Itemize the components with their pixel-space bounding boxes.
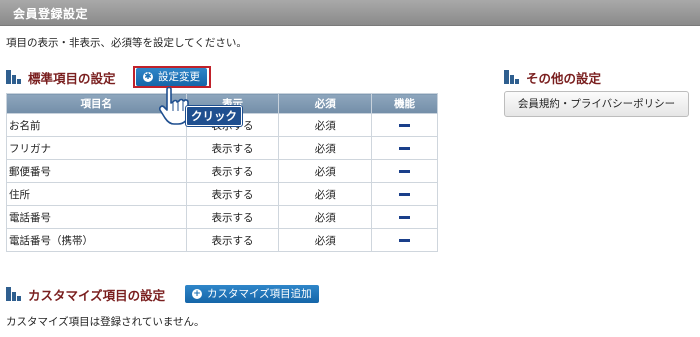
minus-icon [399, 146, 411, 150]
item-required: 必須 [278, 113, 373, 137]
item-display: 表示する [185, 205, 280, 229]
item-required: 必須 [278, 228, 373, 252]
add-custom-item-button[interactable]: + カスタマイズ項目追加 [185, 285, 319, 303]
gear-icon: ✱ [143, 72, 153, 82]
minus-icon [399, 238, 411, 242]
settings-change-button[interactable]: ✱ 設定変更 [136, 68, 207, 86]
page-title: 会員登録設定 [13, 7, 89, 21]
section-icon [6, 287, 22, 301]
plus-icon: + [192, 289, 202, 299]
standard-section-title: 標準項目の設定 [28, 71, 116, 86]
item-name: 郵便番号 [6, 159, 187, 183]
click-annotation: クリック [186, 106, 242, 126]
item-display: 表示する [185, 228, 280, 252]
table-row: フリガナ 表示する 必須 [6, 136, 438, 160]
minus-icon [399, 169, 411, 173]
item-name: 電話番号 [6, 205, 187, 229]
item-required: 必須 [278, 159, 373, 183]
section-icon [6, 70, 22, 84]
item-name: 住所 [6, 182, 187, 206]
page-header: 会員登録設定 [0, 0, 700, 26]
item-required: 必須 [278, 182, 373, 206]
item-display: 表示する [185, 136, 280, 160]
table-row: 電話番号（携帯） 表示する 必須 [6, 228, 438, 252]
table-row: 郵便番号 表示する 必須 [6, 159, 438, 183]
add-custom-item-label: カスタマイズ項目追加 [207, 288, 312, 300]
item-display: 表示する [185, 182, 280, 206]
settings-change-label: 設定変更 [158, 71, 200, 83]
section-icon [504, 70, 520, 84]
other-section-title: その他の設定 [526, 71, 602, 86]
column-header-required: 必須 [278, 93, 373, 114]
page-description: 項目の表示・非表示、必須等を設定してください。 [6, 37, 247, 49]
table-row: 電話番号 表示する 必須 [6, 205, 438, 229]
item-name: フリガナ [6, 136, 187, 160]
minus-icon [399, 192, 411, 196]
terms-privacy-button[interactable]: 会員規約・プライバシーポリシー [504, 91, 689, 117]
item-display: 表示する [185, 159, 280, 183]
minus-icon [399, 123, 411, 127]
custom-section-title: カスタマイズ項目の設定 [28, 288, 166, 303]
minus-icon [399, 215, 411, 219]
table-row: 住所 表示する 必須 [6, 182, 438, 206]
item-required: 必須 [278, 136, 373, 160]
item-required: 必須 [278, 205, 373, 229]
item-name: 電話番号（携帯） [6, 228, 187, 252]
column-header-function: 機能 [371, 93, 438, 114]
custom-empty-message: カスタマイズ項目は登録されていません。 [6, 316, 205, 328]
